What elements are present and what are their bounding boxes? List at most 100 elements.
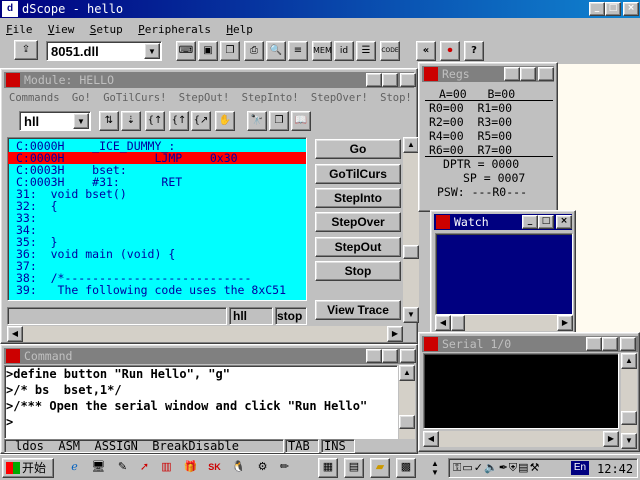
- module-minimize-button[interactable]: _: [366, 73, 382, 87]
- desktop-icon[interactable]: 🖥: [90, 459, 107, 476]
- ie-icon[interactable]: ℯ: [66, 459, 83, 476]
- serial-vertical-scrollbar[interactable]: ▲ ▼: [621, 353, 637, 449]
- serial-scroll-thumb[interactable]: [621, 411, 637, 425]
- gotilcurs-button[interactable]: GoTilCurs: [315, 164, 401, 184]
- tray-network-icon[interactable]: ⚿: [453, 462, 461, 474]
- tray-monitor-icon[interactable]: ▭: [462, 462, 472, 474]
- task-app-icon[interactable]: ▩: [396, 458, 416, 478]
- serial-scroll-down-icon[interactable]: ▼: [621, 433, 637, 449]
- view-trace-button[interactable]: View Trace: [315, 300, 401, 320]
- tool-icon[interactable]: ⚙: [254, 459, 271, 476]
- command-scroll-thumb[interactable]: [399, 415, 415, 429]
- command-minimize-button[interactable]: _: [366, 349, 382, 363]
- tray-check-icon[interactable]: ✓: [474, 462, 483, 474]
- command-scroll-up-icon[interactable]: ▲: [399, 365, 415, 381]
- module-select-chevron-icon[interactable]: ▼: [73, 113, 89, 129]
- menu-peripherals[interactable]: Peripherals: [138, 23, 211, 36]
- module-menu-gotilcurs[interactable]: GoTilCurs!: [103, 92, 166, 104]
- module-view-select[interactable]: hll ▼: [19, 111, 91, 131]
- serial-scroll-up-icon[interactable]: ▲: [621, 353, 637, 369]
- stepout-button[interactable]: StepOut: [315, 237, 401, 257]
- pen-icon[interactable]: ✎: [114, 459, 131, 476]
- minimize-button[interactable]: _: [589, 2, 605, 16]
- serial-maximize-button[interactable]: □: [602, 337, 618, 351]
- step-over-icon[interactable]: {↑: [169, 111, 189, 131]
- command-maximize-button[interactable]: □: [382, 349, 398, 363]
- sk-icon[interactable]: SK: [206, 459, 223, 476]
- step-trace-icon[interactable]: ⇅: [99, 111, 119, 131]
- step-out-icon[interactable]: {↗: [191, 111, 211, 131]
- step-down-icon[interactable]: ⇣: [121, 111, 141, 131]
- windows-stack-icon[interactable]: ❐: [220, 41, 240, 61]
- code-icon[interactable]: CODE: [380, 41, 400, 61]
- scroll-right-icon[interactable]: ▶: [387, 326, 403, 342]
- dll-select[interactable]: 8051.dll ▼: [46, 41, 162, 61]
- copy-icon[interactable]: ❐: [269, 111, 289, 131]
- align-icon[interactable]: ≡: [288, 41, 308, 61]
- language-indicator[interactable]: En: [571, 461, 589, 475]
- watch-scroll-thumb[interactable]: [451, 315, 465, 331]
- print-icon[interactable]: ⎙: [244, 41, 264, 61]
- id-icon[interactable]: id: [334, 41, 354, 61]
- window-icon[interactable]: ▣: [198, 41, 218, 61]
- watch-list[interactable]: [435, 233, 573, 315]
- zoom-icon[interactable]: 🔍: [266, 41, 286, 61]
- menu-help[interactable]: Help: [226, 23, 253, 36]
- task-window-icon[interactable]: ▤: [344, 458, 364, 478]
- watch-close-button[interactable]: ×: [556, 215, 572, 229]
- tray-speaker-icon[interactable]: 🔈: [484, 462, 498, 474]
- stack-icon[interactable]: ☰: [356, 41, 376, 61]
- hand-icon[interactable]: ✋: [215, 111, 235, 131]
- chevron-down-icon[interactable]: ▼: [144, 43, 160, 59]
- help-icon[interactable]: ?: [464, 41, 484, 61]
- module-close-button[interactable]: ×: [400, 73, 416, 87]
- module-menu-stepout[interactable]: StepOut!: [179, 92, 230, 104]
- scroll-up-icon[interactable]: ▲: [403, 137, 419, 153]
- serial-close-button[interactable]: ×: [620, 337, 636, 351]
- record-icon[interactable]: ⏺: [440, 41, 460, 61]
- regs-close-button[interactable]: ×: [538, 67, 554, 81]
- start-button[interactable]: 开始: [2, 458, 54, 478]
- module-maximize-button[interactable]: □: [382, 73, 398, 87]
- scroll-thumb[interactable]: [403, 245, 419, 259]
- open-file-icon[interactable]: ⇪: [14, 40, 38, 60]
- menu-file[interactable]: File: [6, 23, 33, 36]
- serial-minimize-button[interactable]: _: [586, 337, 602, 351]
- regs-maximize-button[interactable]: □: [520, 67, 536, 81]
- tray-tool-icon[interactable]: ⚒: [530, 462, 540, 474]
- gift-icon[interactable]: 🎁: [182, 459, 199, 476]
- find-icon[interactable]: 🔭: [247, 111, 267, 131]
- serial-horizontal-scrollbar[interactable]: ◀ ▶: [423, 431, 619, 447]
- watch-scroll-right-icon[interactable]: ▶: [557, 315, 573, 331]
- task-folder-icon[interactable]: ▰: [370, 458, 390, 478]
- maximize-button[interactable]: □: [605, 2, 621, 16]
- memory-icon[interactable]: MEM: [312, 41, 332, 61]
- step-into-icon[interactable]: {↑: [145, 111, 165, 131]
- module-menu-stop[interactable]: Stop!: [380, 92, 412, 104]
- command-output[interactable]: >define button "Run Hello", "g" >/* bs b…: [4, 365, 398, 439]
- module-vertical-scrollbar[interactable]: ▲ ▼: [403, 137, 419, 323]
- module-menu-stepinto[interactable]: StepInto!: [242, 92, 299, 104]
- qq-icon[interactable]: 🐧: [230, 459, 247, 476]
- package-icon[interactable]: ▥: [158, 459, 175, 476]
- menu-setup[interactable]: Setup: [90, 23, 123, 36]
- tray-doc-icon[interactable]: ▤: [518, 462, 528, 474]
- arrow-app-icon[interactable]: ➚: [136, 459, 153, 476]
- go-button[interactable]: Go: [315, 139, 401, 159]
- watch-horizontal-scrollbar[interactable]: ◀ ▶: [435, 315, 573, 331]
- module-menu-go[interactable]: Go!: [72, 92, 91, 104]
- taskbar-scroll[interactable]: ▲ ▼: [428, 459, 442, 477]
- scroll-down-icon[interactable]: ▼: [403, 307, 419, 323]
- book-icon[interactable]: 📖: [291, 111, 311, 131]
- command-close-button[interactable]: ×: [400, 349, 416, 363]
- watch-scroll-left-icon[interactable]: ◀: [435, 315, 451, 331]
- stepover-button[interactable]: StepOver: [315, 212, 401, 232]
- tray-pen-icon[interactable]: ✒: [499, 462, 508, 474]
- module-menu-commands[interactable]: Commands: [9, 92, 60, 104]
- stepinto-button[interactable]: StepInto: [315, 188, 401, 208]
- serial-scroll-right-icon[interactable]: ▶: [603, 431, 619, 447]
- pencil-icon[interactable]: ✏: [276, 459, 293, 476]
- module-menu-stepover[interactable]: StepOver!: [311, 92, 368, 104]
- stop-button[interactable]: Stop: [315, 261, 401, 281]
- back-icon[interactable]: «: [416, 41, 436, 61]
